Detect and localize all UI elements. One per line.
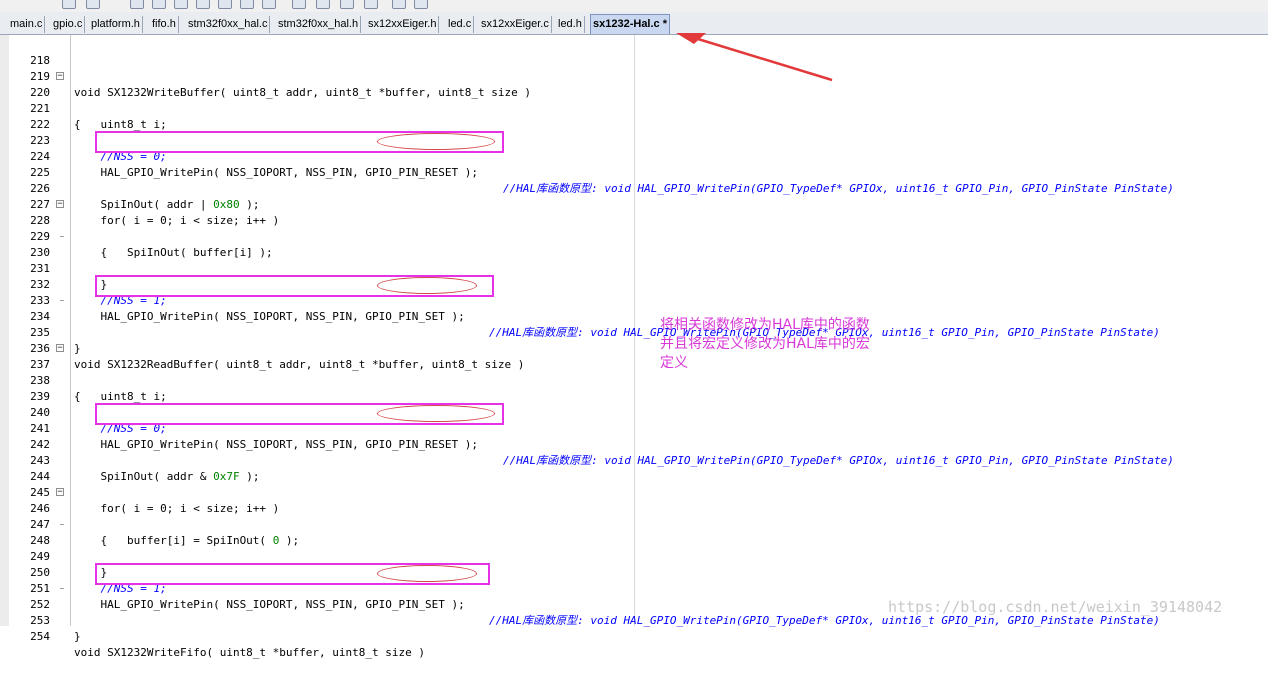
fold-collapse-icon[interactable]: −	[56, 72, 64, 81]
watermark: https://blog.csdn.net/weixin_39148042	[888, 598, 1223, 616]
code-line: 244	[0, 453, 1268, 483]
code-line: 227 for( i = 0; i < size; i++ )	[0, 181, 1268, 227]
tab-platform-h[interactable]: platform.h	[89, 16, 143, 33]
code-line: 230 }	[0, 229, 1268, 291]
editor-tab-bar: main.c gpio.c platform.h fifo.h stm32f0x…	[0, 12, 1268, 35]
code-line: 239	[0, 373, 1268, 403]
tab-led-h[interactable]: led.h	[556, 16, 585, 33]
code-line: 219 void SX1232WriteBuffer( uint8_t addr…	[0, 53, 1268, 99]
code-text: }	[74, 630, 81, 643]
toolbar-find-files-icon[interactable]	[262, 0, 276, 9]
tab-fifo-h[interactable]: fifo.h	[150, 16, 179, 33]
code-line: 248 }	[0, 517, 1268, 579]
fold-collapse-icon[interactable]: −	[56, 200, 64, 209]
code-line: 243 SpiInOut( addr & 0x7F );	[0, 437, 1268, 483]
toolbar-comment-icon[interactable]	[340, 0, 354, 9]
tab-gpio-c[interactable]: gpio.c	[51, 16, 86, 33]
oval-gpio-pin-reset	[377, 133, 495, 150]
code-line: 220 − {	[0, 69, 1268, 132]
toolbar	[0, 0, 1268, 12]
oval-gpio-pin-reset	[377, 405, 495, 422]
tab-led-c[interactable]: led.c	[446, 16, 475, 33]
toolbar-bookmark-prev-icon[interactable]	[174, 0, 188, 9]
note-line: 定义	[660, 355, 688, 371]
toolbar-find-icon[interactable]	[218, 0, 232, 9]
fold-end-marker	[60, 236, 64, 237]
tab-stm32f0xx-hal-c[interactable]: stm32f0xx_hal.c	[186, 16, 271, 33]
tab-sx12xxEiger-h[interactable]: sx12xxEiger.h	[366, 16, 440, 33]
code-line: 246 − {	[0, 485, 1268, 548]
code-line: 222	[0, 101, 1268, 131]
toolbar-indent-icon[interactable]	[292, 0, 306, 9]
code-line: 231	[0, 245, 1268, 275]
toolbar-bookmark-next-icon[interactable]	[152, 0, 166, 9]
fold-end-marker	[60, 300, 64, 301]
code-line: 237 − {	[0, 341, 1268, 404]
code-line: 238 uint8_t i;	[0, 357, 1268, 403]
code-line: 245 for( i = 0; i < size; i++ )	[0, 469, 1268, 515]
toolbar-back-icon[interactable]	[62, 0, 76, 9]
code-line: 236 void SX1232ReadBuffer( uint8_t addr,…	[0, 325, 1268, 371]
code-line: 221 uint8_t i;	[0, 85, 1268, 131]
tab-sx12xxEiger-c[interactable]: sx12xxEiger.c	[479, 16, 552, 33]
tab-main-c[interactable]: main.c	[8, 16, 46, 33]
fold-end-marker	[60, 524, 64, 525]
toolbar-replace-icon[interactable]	[240, 0, 254, 9]
fold-collapse-icon[interactable]: −	[56, 488, 64, 497]
toolbar-uncomment-icon[interactable]	[364, 0, 378, 9]
toolbar-unindent-icon[interactable]	[316, 0, 330, 9]
toolbar-bookmark-clear-icon[interactable]	[196, 0, 210, 9]
code-line: 226 SpiInOut( addr | 0x80 );	[0, 165, 1268, 211]
note-line: 并且将宏定义修改为HAL库中的宏	[660, 336, 870, 352]
toolbar-bookmark-icon[interactable]	[130, 0, 144, 9]
code-line: 247 buffer[i] = SpiInOut( 0 );	[0, 501, 1268, 547]
code-line: 218	[0, 37, 1268, 67]
tab-sx1232-hal-c[interactable]: sx1232-Hal.c *	[590, 14, 670, 34]
oval-gpio-pin-set	[377, 565, 477, 582]
toolbar-format-icon[interactable]	[392, 0, 406, 9]
code-line: 228 − {	[0, 197, 1268, 260]
note-line: 将相关函数修改为HAL库中的函数	[660, 317, 870, 333]
code-line: 229 SpiInOut( buffer[i] );	[0, 213, 1268, 259]
toolbar-format2-icon[interactable]	[414, 0, 428, 9]
code-text: void SX1232WriteFifo( uint8_t *buffer, u…	[74, 646, 425, 659]
line-number: 254	[30, 630, 50, 643]
tab-stm32f0xx-hal-h[interactable]: stm32f0xx_hal.h	[276, 16, 362, 33]
annotation-note: 将相关函数修改为HAL库中的函数 并且将宏定义修改为HAL库中的宏 定义	[660, 316, 910, 373]
oval-gpio-pin-set	[377, 277, 477, 294]
toolbar-forward-icon[interactable]	[86, 0, 100, 9]
fold-end-marker	[60, 588, 64, 589]
fold-collapse-icon[interactable]: −	[56, 344, 64, 353]
code-line: 249	[0, 533, 1268, 563]
code-line: 235	[0, 309, 1268, 339]
